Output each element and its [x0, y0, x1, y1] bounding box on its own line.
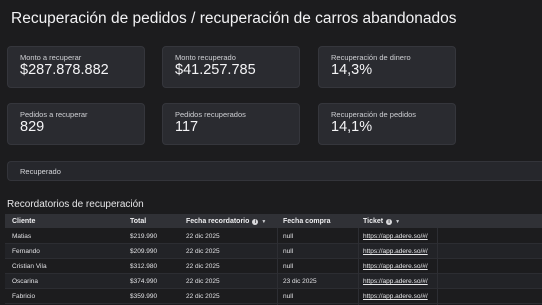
cell-cliente: Cristian Vila [12, 263, 47, 270]
cell-cliente: Fabricio [12, 293, 36, 300]
cell-fecha-compra: null [283, 248, 294, 255]
ticket-link[interactable]: https://app.adere.so/#/ [363, 263, 428, 270]
column-header-label: Ticket [363, 218, 384, 225]
recovered-section-label: Recuperado [20, 167, 61, 176]
table-row[interactable]: Cristian Vila $312.980 22 dic 2025 null … [5, 259, 542, 274]
kpi-value: $41.257.785 [175, 62, 256, 78]
info-icon[interactable]: i [386, 218, 393, 225]
reminders-section-title: Recordatorios de recuperación [7, 199, 144, 210]
dashboard-page: Recuperación de pedidos / recuperación d… [0, 0, 542, 305]
kpi-value: 829 [20, 119, 45, 135]
cell-fecha-recordatorio: 22 dic 2025 [186, 263, 220, 270]
column-header-label: Total [130, 218, 147, 225]
sort-down-icon[interactable]: ▼ [395, 219, 400, 225]
kpi-label: Recuperación de dinero [331, 53, 411, 62]
reminders-table: Cliente Total Fecha recordatorio i ▼ Fec… [5, 214, 542, 305]
column-divider [277, 228, 278, 305]
info-icon[interactable]: i [252, 218, 259, 225]
kpi-value: $287.878.882 [20, 62, 109, 78]
table-header: Cliente Total Fecha recordatorio i ▼ Fec… [5, 214, 542, 228]
kpi-value: 14,1% [331, 119, 373, 135]
cell-fecha-compra: 23 dic 2025 [283, 278, 317, 285]
cell-total: $219.990 [130, 233, 158, 240]
kpi-card-money-recovery-rate[interactable]: Recuperación de dinero 14,3% [318, 46, 456, 88]
kpi-card-orders-recovered[interactable]: Pedidos recuperados 117 [162, 103, 300, 145]
kpi-value: 117 [175, 119, 199, 135]
table-row[interactable]: Oscarina $374.990 22 dic 2025 23 dic 202… [5, 274, 542, 289]
ticket-link[interactable]: https://app.adere.so/#/ [363, 233, 428, 240]
cell-total: $359.990 [130, 293, 158, 300]
kpi-label: Recuperación de pedidos [331, 110, 417, 119]
kpi-label: Pedidos a recuperar [20, 110, 88, 119]
column-header-label: Fecha compra [283, 218, 331, 225]
table-row[interactable]: Fernando $209.990 22 dic 2025 null https… [5, 244, 542, 259]
kpi-card-amount-recovered[interactable]: Monto recuperado $41.257.785 [162, 46, 300, 88]
sort-down-icon[interactable]: ▼ [261, 219, 266, 225]
cell-fecha-recordatorio: 22 dic 2025 [186, 248, 220, 255]
cell-total: $312.980 [130, 263, 158, 270]
cell-cliente: Matias [12, 233, 32, 240]
column-header-cliente[interactable]: Cliente [12, 218, 35, 225]
column-header-fecha-compra[interactable]: Fecha compra [283, 218, 330, 225]
recovered-section-bar[interactable]: Recuperado [7, 161, 542, 181]
kpi-label: Monto a recuperar [20, 53, 82, 62]
column-divider [358, 228, 359, 305]
kpi-card-orders-to-recover[interactable]: Pedidos a recuperar 829 [7, 103, 145, 145]
cell-total: $374.990 [130, 278, 158, 285]
kpi-card-order-recovery-rate[interactable]: Recuperación de pedidos 14,1% [318, 103, 456, 145]
column-divider [437, 228, 438, 305]
column-header-label: Cliente [12, 218, 36, 225]
cell-fecha-recordatorio: 22 dic 2025 [186, 233, 220, 240]
column-header-total[interactable]: Total [130, 218, 146, 225]
kpi-label: Pedidos recuperados [175, 110, 246, 119]
cell-total: $209.990 [130, 248, 158, 255]
column-header-label: Fecha recordatorio [186, 218, 250, 225]
cell-cliente: Fernando [12, 248, 40, 255]
ticket-link[interactable]: https://app.adere.so/#/ [363, 248, 428, 255]
kpi-value: 14,3% [331, 62, 373, 78]
ticket-link[interactable]: https://app.adere.so/#/ [363, 293, 428, 300]
table-row[interactable]: Fabricio $359.990 22 dic 2025 null https… [5, 289, 542, 304]
cell-fecha-compra: null [283, 263, 294, 270]
page-title: Recuperación de pedidos / recuperación d… [11, 10, 457, 27]
kpi-card-amount-to-recover[interactable]: Monto a recuperar $287.878.882 [7, 46, 145, 88]
kpi-label: Monto recuperado [175, 53, 236, 62]
cell-fecha-compra: null [283, 293, 294, 300]
cell-fecha-recordatorio: 22 dic 2025 [186, 278, 220, 285]
column-header-fecha-recordatorio[interactable]: Fecha recordatorio i ▼ [186, 218, 266, 225]
cell-cliente: Oscarina [12, 278, 39, 285]
ticket-link[interactable]: https://app.adere.so/#/ [363, 278, 428, 285]
column-header-ticket[interactable]: Ticket i ▼ [363, 218, 400, 225]
table-row[interactable]: Matias $219.990 22 dic 2025 null https:/… [5, 229, 542, 244]
cell-fecha-recordatorio: 22 dic 2025 [186, 293, 220, 300]
cell-fecha-compra: null [283, 233, 294, 240]
